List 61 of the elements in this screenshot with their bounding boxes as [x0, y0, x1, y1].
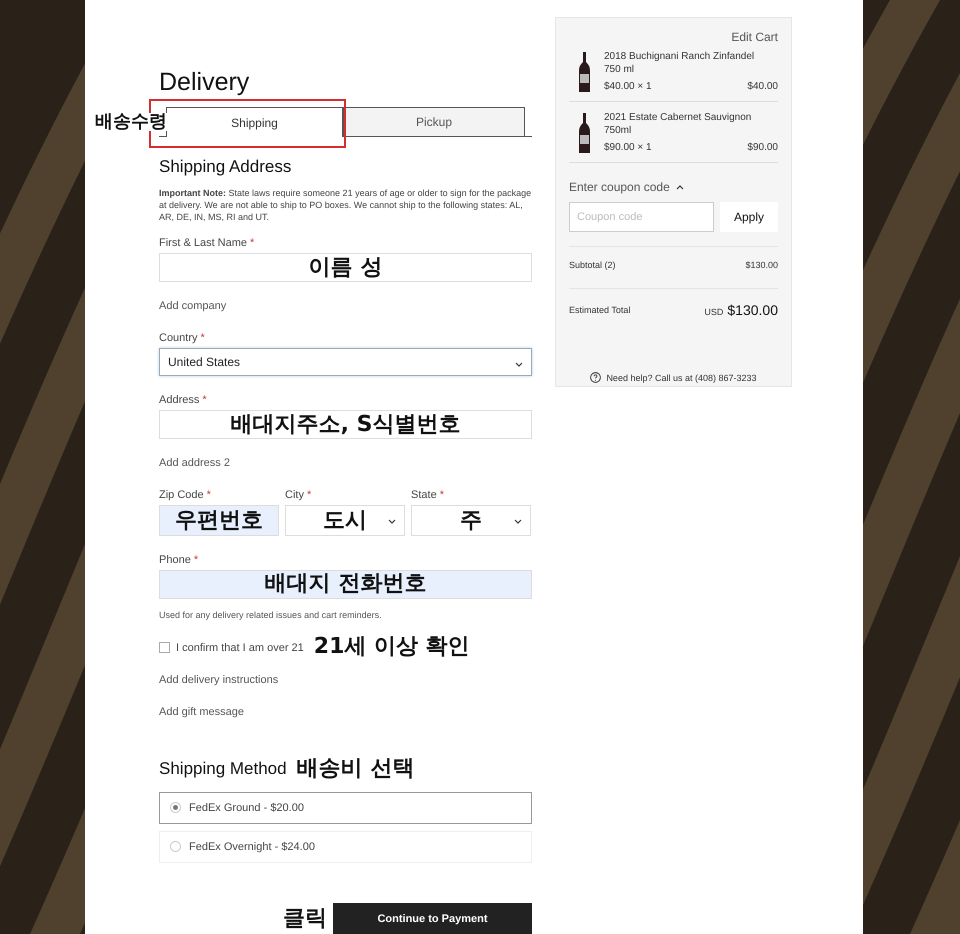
shipping-option[interactable]: FedEx Ground - $20.00 — [159, 792, 532, 824]
add-link[interactable]: Add delivery instructions — [159, 674, 278, 686]
product-name: 2018 Buchignani Ranch Zinfandel — [604, 50, 756, 63]
chevron-icon — [676, 184, 684, 190]
coupon-field[interactable]: Coupon code — [569, 202, 714, 232]
chevron-icon — [514, 519, 522, 524]
help-text: Need help? Call us at (408) 867-3233 — [606, 372, 757, 382]
select-field[interactable]: 도시 — [285, 505, 405, 536]
input-field[interactable]: 우편번호 — [159, 505, 279, 536]
tab[interactable]: Pickup — [343, 107, 525, 138]
bottle-icon — [579, 113, 590, 153]
radio-button[interactable] — [170, 841, 181, 852]
bottle-icon — [579, 52, 590, 92]
add-link[interactable]: Add address 2 — [159, 457, 230, 469]
line-total: $90.00 — [747, 141, 778, 154]
input-field[interactable]: 배대지 전화번호 — [159, 570, 532, 599]
annotation: 21세 이상 확인 — [314, 636, 470, 658]
add-link[interactable]: Add company — [159, 300, 226, 312]
radio-button[interactable] — [170, 802, 181, 814]
edit-cart-link[interactable]: Edit Cart — [731, 30, 778, 44]
field-label: City * — [285, 489, 312, 501]
total-label: Estimated Total — [569, 305, 630, 315]
annotation: 배송비 선택 — [296, 758, 414, 780]
continue-button[interactable]: Continue to Payment — [333, 903, 532, 934]
currency: USD — [704, 307, 724, 317]
price-quantity: $90.00 × 1 — [604, 141, 652, 154]
apply-button[interactable]: Apply — [720, 202, 778, 232]
product-size: 750 ml — [604, 63, 636, 76]
shipping-option[interactable]: FedEx Overnight - $24.00 — [159, 830, 532, 863]
tab[interactable]: Shipping — [166, 107, 343, 138]
page-title: Delivery — [159, 68, 250, 97]
help-icon — [590, 372, 602, 383]
subtotal-label: Subtotal (2) — [569, 260, 616, 270]
section-title: Shipping Address — [159, 157, 292, 178]
chevron-icon — [515, 362, 523, 367]
field-label: Address * — [159, 394, 208, 406]
note-text: Important Note: State laws require someone 21 years of age or older to sign for the package at delivery. We are not able to ship to PO boxes. We cannot ship to the following states: AL, AR, DE, IN, MS, RI and UT. — [159, 187, 532, 224]
field-label: First & Last Name * — [159, 237, 256, 250]
chevron-icon — [388, 519, 396, 524]
price-quantity: $40.00 × 1 — [604, 80, 652, 93]
annotation: 클릭 — [283, 908, 327, 930]
field-label: Zip Code * — [159, 489, 212, 501]
select-field[interactable]: 주 — [411, 505, 531, 536]
subtotal-value: $130.00 — [745, 260, 778, 270]
field-label: Country * — [159, 332, 206, 344]
annotation: 배송수령 — [95, 113, 167, 131]
checkbox-label: I confirm that I am over 21 — [176, 642, 304, 654]
section-title: Shipping Method — [159, 758, 287, 779]
line-total: $40.00 — [747, 80, 778, 93]
total-value: $130.00 — [727, 302, 778, 318]
input-field[interactable]: 이름 성 — [159, 253, 532, 282]
hint-text: Used for any delivery related issues and cart reminders. — [159, 610, 383, 620]
coupon-toggle[interactable]: Enter coupon code — [569, 180, 684, 194]
field-label: Phone * — [159, 554, 200, 566]
add-link[interactable]: Add gift message — [159, 706, 244, 718]
field-label: State * — [411, 489, 445, 501]
input-field[interactable]: 배대지주소, S식별번호 — [159, 410, 532, 439]
checkbox[interactable] — [159, 642, 170, 654]
select-field[interactable]: United States — [159, 348, 532, 376]
product-size: 750ml — [604, 124, 632, 137]
product-name: 2021 Estate Cabernet Sauvignon — [604, 111, 752, 124]
